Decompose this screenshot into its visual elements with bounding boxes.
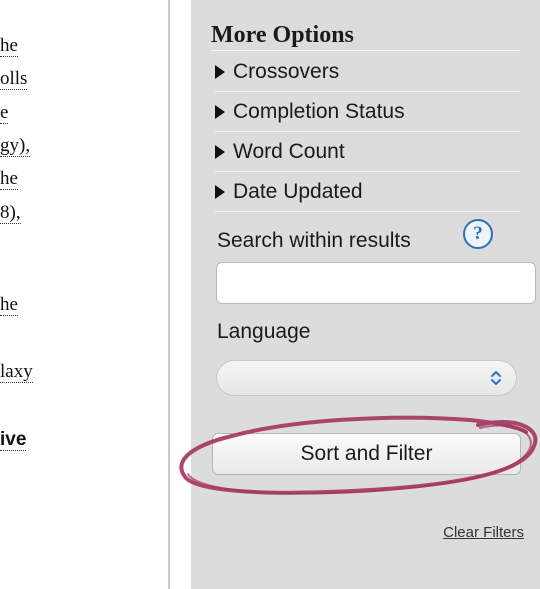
option-word-count[interactable]: Word Count xyxy=(215,132,520,172)
article-link-fragment[interactable]: 8), xyxy=(0,203,21,224)
article-link-fragment[interactable]: he xyxy=(0,169,18,190)
article-link-fragment[interactable]: laxy xyxy=(0,362,33,383)
option-label: Crossovers xyxy=(233,59,340,83)
disclosure-triangle-icon xyxy=(215,65,225,79)
option-label: Date Updated xyxy=(233,179,363,203)
help-icon[interactable]: ? xyxy=(463,219,493,249)
option-completion-status[interactable]: Completion Status xyxy=(215,92,520,132)
heading-divider xyxy=(211,50,520,51)
language-label: Language xyxy=(217,320,311,343)
article-link-fragment[interactable]: e xyxy=(0,103,9,124)
language-select[interactable] xyxy=(216,360,517,396)
gutter xyxy=(170,0,191,589)
clear-filters-link[interactable]: Clear Filters xyxy=(443,524,524,541)
article-link-fragment[interactable]: olls xyxy=(0,69,28,90)
filter-sidebar: More Options Crossovers Completion Statu… xyxy=(191,0,540,589)
disclosure-triangle-icon xyxy=(215,185,225,199)
search-within-results-input[interactable] xyxy=(216,262,536,304)
select-chevrons-icon xyxy=(490,370,502,386)
article-column: he olls e gy), he 8), he laxy ive xyxy=(0,0,168,589)
option-date-updated[interactable]: Date Updated xyxy=(215,172,520,212)
sort-and-filter-button[interactable]: Sort and Filter xyxy=(212,433,521,475)
more-options-heading: More Options xyxy=(211,22,354,48)
option-label: Word Count xyxy=(233,139,345,163)
article-heading-link-fragment[interactable]: ive xyxy=(0,430,27,451)
option-crossovers[interactable]: Crossovers xyxy=(215,52,520,92)
disclosure-triangle-icon xyxy=(215,105,225,119)
option-label: Completion Status xyxy=(233,99,405,123)
article-link-fragment[interactable]: he xyxy=(0,36,18,57)
search-within-results-label: Search within results xyxy=(217,229,411,252)
article-link-fragment[interactable]: he xyxy=(0,295,18,316)
article-link-fragment[interactable]: gy), xyxy=(0,136,31,157)
disclosure-triangle-icon xyxy=(215,145,225,159)
